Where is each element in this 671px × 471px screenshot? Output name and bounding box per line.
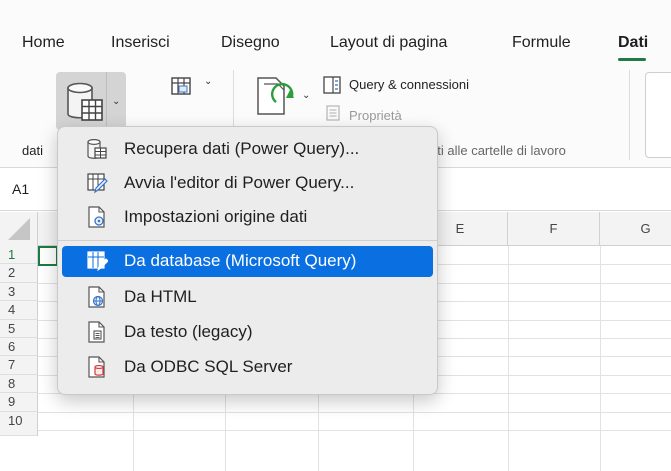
- properties-icon: [326, 105, 340, 121]
- menu-item-avvia-editor[interactable]: Avvia l'editor di Power Query...: [62, 168, 433, 199]
- document-database-icon: [88, 356, 105, 378]
- row-header-10[interactable]: 10: [0, 411, 38, 436]
- chevron-down-icon[interactable]: ⌄: [302, 90, 310, 101]
- menu-item-label: Da ODBC SQL Server: [124, 357, 293, 376]
- get-data-dropdown-menu: Recupera dati (Power Query)... Avvia l'e…: [57, 126, 438, 395]
- menu-item-da-html[interactable]: Da HTML: [62, 282, 433, 313]
- row-header-9[interactable]: 9: [0, 393, 38, 412]
- menu-item-recupera-dati[interactable]: Recupera dati (Power Query)...: [62, 134, 433, 165]
- table-pencil-icon: [87, 173, 108, 194]
- active-tab-indicator: [618, 58, 646, 61]
- row-header-6[interactable]: 6: [0, 338, 38, 357]
- chevron-down-icon[interactable]: ⌄: [204, 76, 212, 87]
- name-box[interactable]: A1: [12, 181, 29, 197]
- grid-line: [508, 246, 509, 471]
- select-all-corner[interactable]: [0, 212, 38, 246]
- get-data-group-label: dati: [22, 143, 43, 158]
- tab-home[interactable]: Home: [22, 34, 65, 52]
- tab-layout-di-pagina[interactable]: Layout di pagina: [330, 34, 447, 52]
- row-header-3[interactable]: 3: [0, 282, 38, 302]
- menu-item-label: Recupera dati (Power Query)...: [124, 139, 360, 158]
- row-header-5[interactable]: 5: [0, 319, 38, 338]
- split-button-divider: [106, 72, 107, 130]
- column-header-f[interactable]: F: [508, 212, 600, 246]
- database-table-icon: [67, 82, 103, 121]
- queries-group-label: nti alle cartelle di lavoro: [430, 143, 566, 158]
- menu-item-label: Avvia l'editor di Power Query...: [124, 173, 355, 192]
- ribbon-separator: [629, 70, 630, 160]
- menu-separator: [58, 240, 437, 241]
- row-header-7[interactable]: 7: [0, 356, 38, 375]
- grid-line: [600, 246, 601, 471]
- menu-item-impostazioni-origine[interactable]: Impostazioni origine dati: [62, 202, 433, 233]
- row-header-1[interactable]: 1: [0, 246, 38, 265]
- document-text-icon: [88, 321, 105, 343]
- refresh-all-icon[interactable]: [252, 74, 298, 120]
- document-gear-icon: [88, 206, 105, 228]
- query-connections-icon[interactable]: [323, 76, 341, 94]
- menu-item-label: Da HTML: [124, 287, 197, 306]
- menu-item-da-database[interactable]: Da database (Microsoft Query): [62, 246, 433, 277]
- chevron-down-icon[interactable]: ⌄: [112, 96, 120, 107]
- active-cell-a1[interactable]: [38, 246, 58, 266]
- tab-inserisci[interactable]: Inserisci: [111, 34, 170, 52]
- menu-item-da-odbc[interactable]: Da ODBC SQL Server: [62, 352, 433, 383]
- table-query-icon: [87, 251, 108, 272]
- column-header-g[interactable]: G: [600, 212, 671, 246]
- properties-button: Proprietà: [349, 108, 402, 123]
- get-data-button[interactable]: ⌄: [56, 72, 126, 130]
- query-connections-button[interactable]: Query & connessioni: [349, 77, 469, 92]
- row-header-2[interactable]: 2: [0, 264, 38, 283]
- table-camera-icon[interactable]: [170, 76, 194, 98]
- database-table-icon: [87, 138, 107, 159]
- row-header-4[interactable]: 4: [0, 301, 38, 320]
- tab-formule[interactable]: Formule: [512, 34, 571, 52]
- menu-item-label: Da testo (legacy): [124, 322, 253, 341]
- ribbon-tabs: Home Inserisci Disegno Layout di pagina …: [0, 0, 671, 62]
- row-header-8[interactable]: 8: [0, 374, 38, 394]
- ribbon-control-box[interactable]: [645, 72, 671, 158]
- menu-item-label: Impostazioni origine dati: [124, 207, 308, 226]
- document-globe-icon: [88, 286, 105, 308]
- tab-disegno[interactable]: Disegno: [221, 34, 280, 52]
- menu-item-da-testo[interactable]: Da testo (legacy): [62, 317, 433, 348]
- tab-dati[interactable]: Dati: [618, 34, 648, 52]
- select-all-triangle-icon: [8, 218, 30, 240]
- menu-item-label: Da database (Microsoft Query): [124, 251, 357, 270]
